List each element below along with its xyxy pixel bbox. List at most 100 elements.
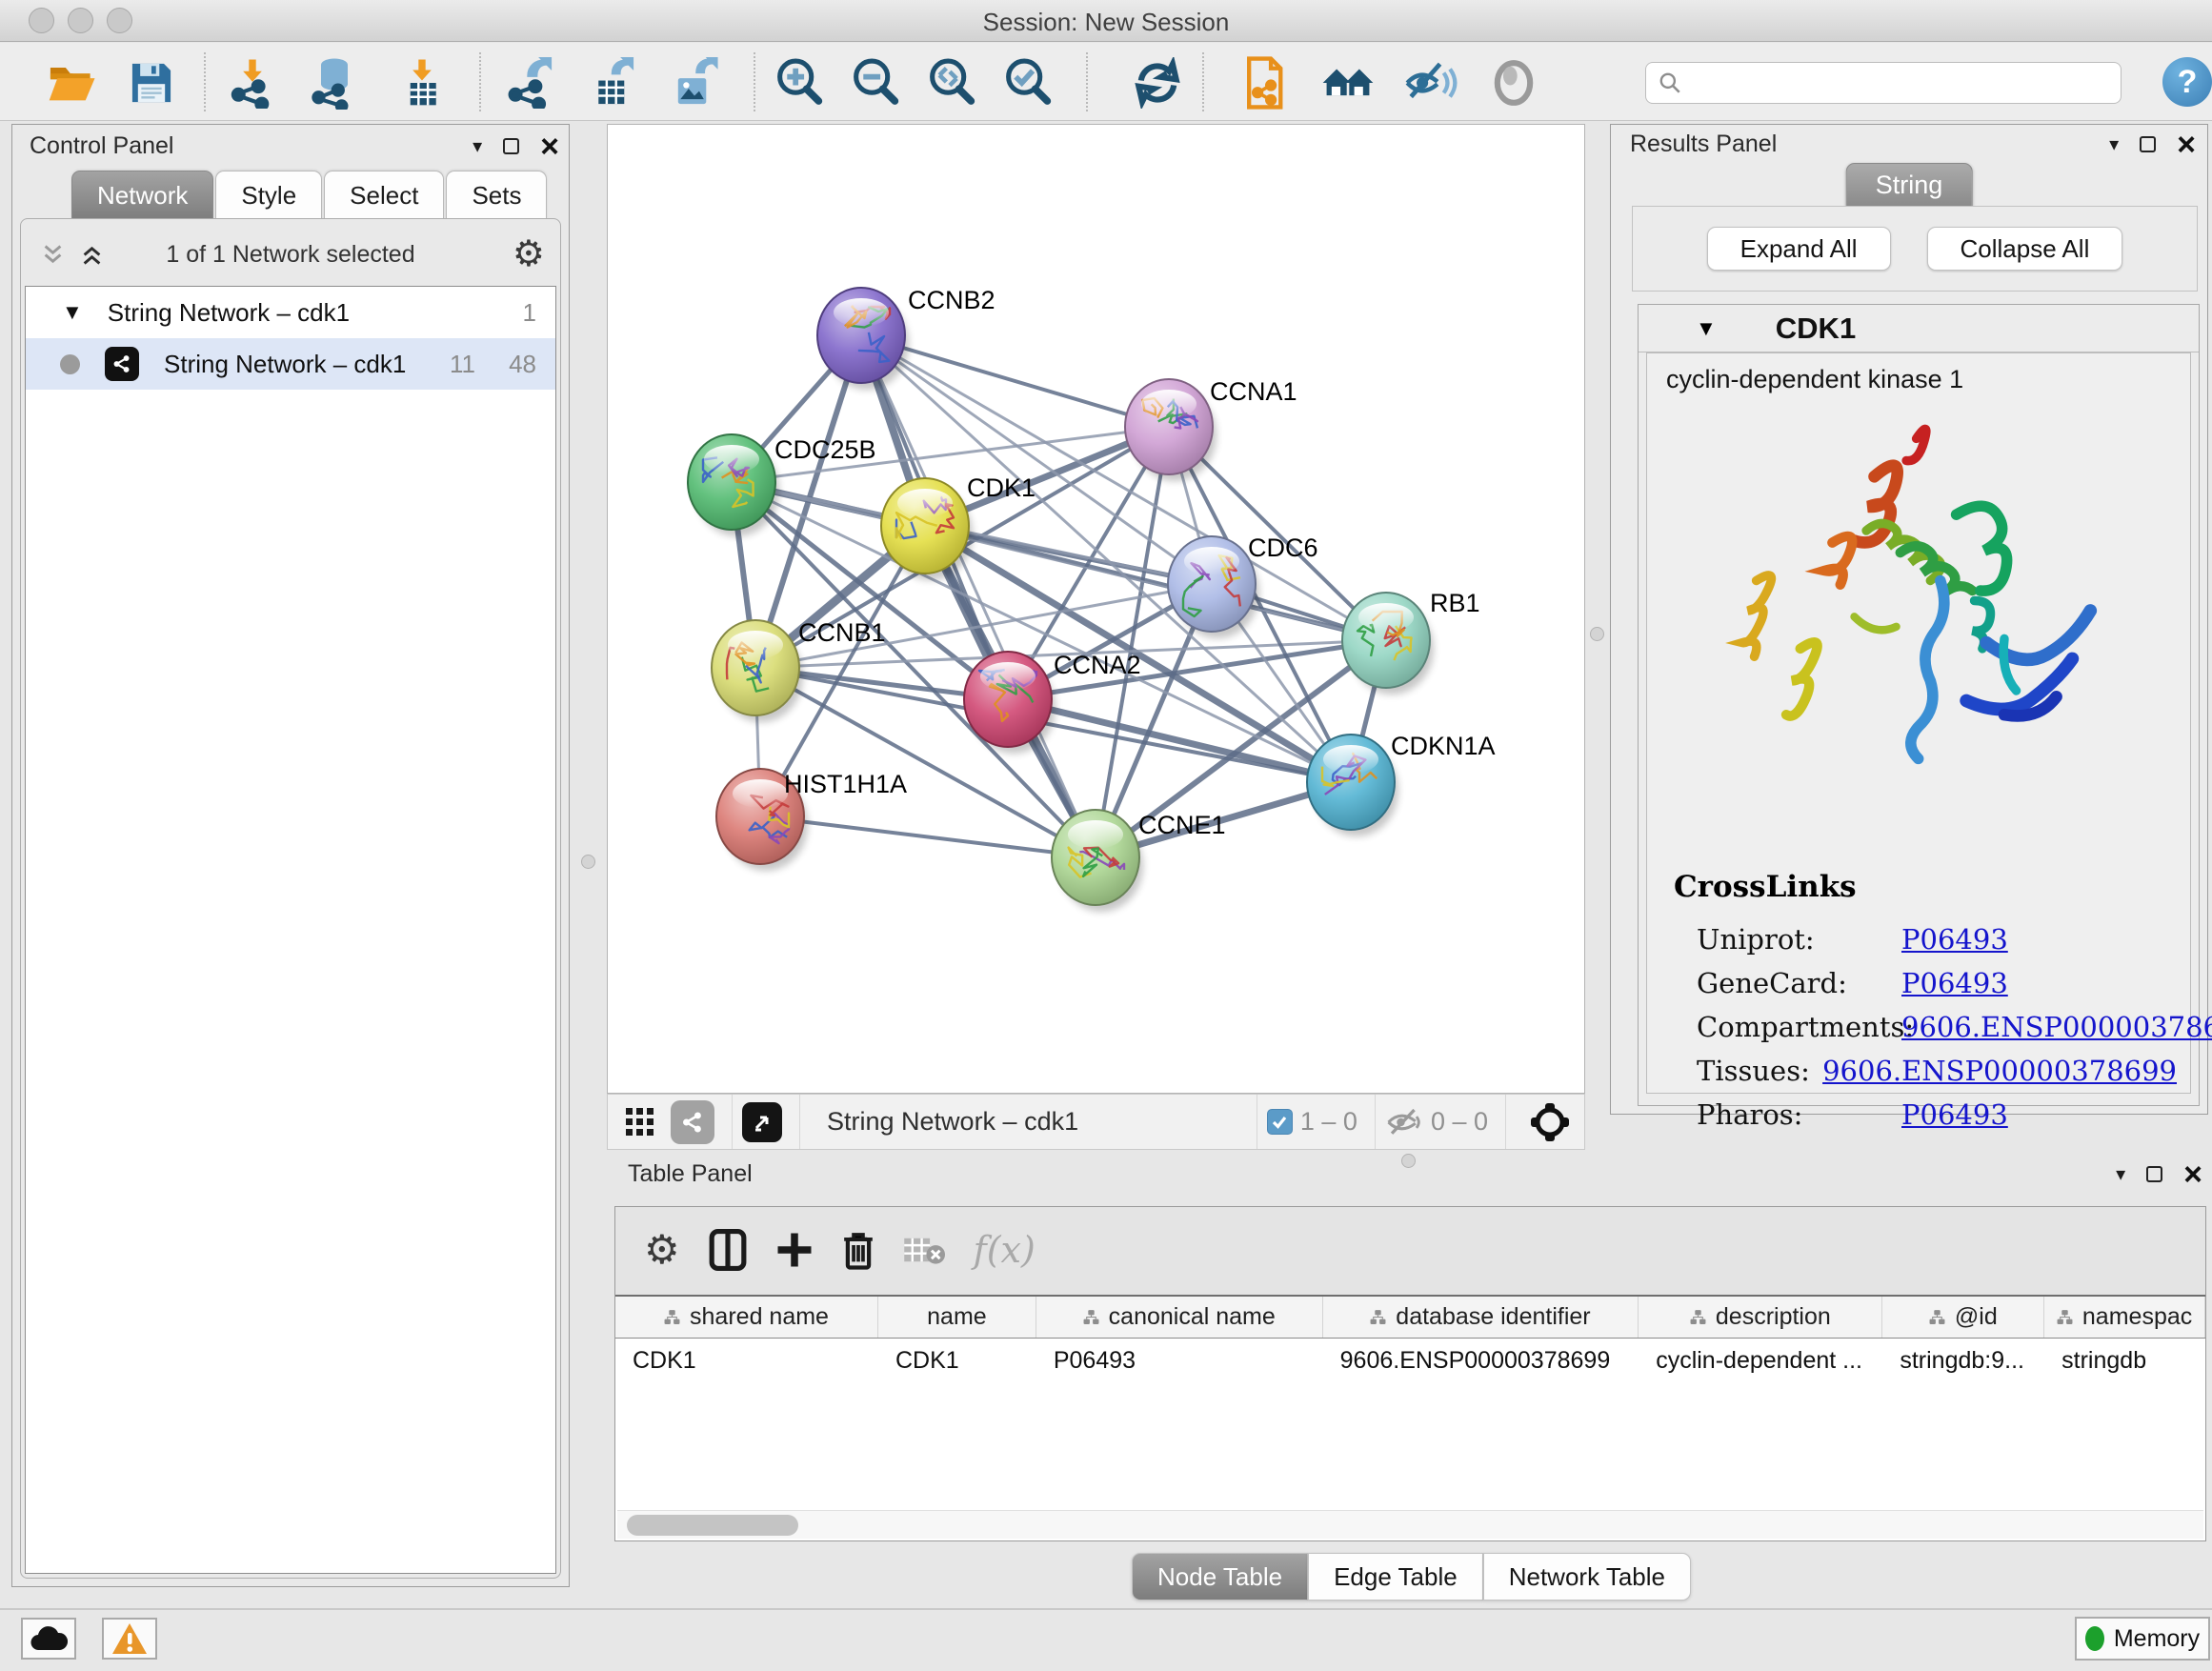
import-table-file-button[interactable]: [394, 55, 450, 111]
table-cell[interactable]: cyclin-dependent ...: [1639, 1339, 1882, 1382]
network-node-CDK1[interactable]: [881, 478, 973, 580]
create-column-icon[interactable]: [775, 1231, 814, 1269]
panel-menu-icon[interactable]: ▾: [473, 134, 482, 158]
network-node-CCNA1[interactable]: [1125, 379, 1217, 481]
column-header-shared-name[interactable]: shared name: [615, 1297, 878, 1338]
panel-menu-icon[interactable]: ▾: [2109, 132, 2119, 156]
table-settings-button[interactable]: ⚙: [644, 1232, 680, 1268]
zoom-fit-button[interactable]: [924, 55, 979, 111]
save-session-button[interactable]: [124, 55, 179, 111]
gear-icon[interactable]: ⚙: [513, 236, 545, 272]
entry-header[interactable]: ▼ CDK1: [1639, 305, 2199, 352]
network-node-CCNB2[interactable]: [817, 288, 909, 390]
network-view[interactable]: CCNB2CCNA1CDC25BCDK1CDC6RB1CCNB1CCNA2CDK…: [607, 124, 1585, 1094]
zoom-out-button[interactable]: [848, 55, 903, 111]
crosslink-link[interactable]: P06493: [1901, 923, 2008, 956]
tab-sets[interactable]: Sets: [446, 171, 547, 220]
detach-view-button[interactable]: [742, 1102, 782, 1142]
column-header--id[interactable]: @id: [1882, 1297, 2044, 1338]
collapse-all-button[interactable]: Collapse All: [1927, 227, 2123, 271]
network-node-CDKN1A[interactable]: [1307, 735, 1398, 836]
float-panel-icon[interactable]: [2146, 1166, 2162, 1182]
crosslink-link[interactable]: P06493: [1901, 967, 2008, 999]
cloud-status-button[interactable]: [21, 1618, 76, 1660]
network-node-CCNE1[interactable]: [1052, 810, 1143, 912]
network-canvas[interactable]: CCNB2CCNA1CDC25BCDK1CDC6RB1CCNB1CCNA2CDK…: [608, 125, 1584, 1093]
open-session-button[interactable]: [44, 55, 99, 111]
tab-network[interactable]: Network: [71, 171, 213, 220]
collapse-triangle-icon[interactable]: ▼: [62, 300, 83, 325]
zoom-selected-button[interactable]: [1000, 55, 1056, 111]
network-node-CDC25B[interactable]: [688, 434, 779, 536]
scrollbar-thumb[interactable]: [627, 1515, 798, 1536]
tab-edge-table[interactable]: Edge Table: [1308, 1553, 1483, 1601]
splitter-grip[interactable]: [581, 855, 595, 869]
splitter-grip[interactable]: [1590, 627, 1604, 641]
close-panel-icon[interactable]: ×: [2177, 135, 2196, 154]
hidden-eye-icon[interactable]: [1385, 1106, 1423, 1138]
network-node-RB1[interactable]: [1342, 593, 1434, 695]
horizontal-scrollbar[interactable]: [617, 1510, 2203, 1539]
import-network-file-button[interactable]: [225, 55, 280, 111]
show-columns-icon[interactable]: [709, 1229, 747, 1271]
expand-all-button[interactable]: Expand All: [1707, 227, 1891, 271]
table-cell[interactable]: CDK1: [878, 1339, 1036, 1382]
column-header-database-identifier[interactable]: database identifier: [1323, 1297, 1639, 1338]
network-collection-row[interactable]: ▼ String Network – cdk1 1: [26, 287, 555, 338]
warning-status-button[interactable]: [102, 1618, 157, 1660]
table-cell[interactable]: CDK1: [615, 1339, 878, 1382]
apply-layout-button[interactable]: [1130, 55, 1185, 111]
expand-collapse-box: Expand All Collapse All: [1632, 206, 2198, 292]
column-header-name[interactable]: name: [878, 1297, 1036, 1338]
table-cell[interactable]: P06493: [1036, 1339, 1323, 1382]
network-row-selected[interactable]: String Network – cdk1 11 48: [26, 338, 555, 390]
close-panel-icon[interactable]: ×: [2183, 1165, 2202, 1184]
table-row[interactable]: CDK1CDK1P064939606.ENSP00000378699cyclin…: [615, 1339, 2205, 1382]
tab-network-table[interactable]: Network Table: [1483, 1553, 1691, 1601]
crosslink-row: Uniprot:P06493: [1697, 917, 2177, 961]
collapse-triangle-icon[interactable]: ▼: [1696, 316, 1717, 341]
table-cell[interactable]: stringdb:9...: [1882, 1339, 2044, 1382]
tab-node-table[interactable]: Node Table: [1132, 1553, 1308, 1601]
export-table-button[interactable]: [585, 55, 640, 111]
table-cell[interactable]: 9606.ENSP00000378699: [1323, 1339, 1639, 1382]
tab-select[interactable]: Select: [324, 171, 444, 220]
network-view-mode-button[interactable]: [671, 1100, 714, 1144]
tab-style[interactable]: Style: [215, 171, 322, 220]
crosslink-link[interactable]: P06493: [1901, 1098, 2008, 1131]
show-graphics-button[interactable]: [1486, 55, 1541, 111]
search-input[interactable]: [1682, 70, 2121, 96]
network-panel-box: 1 of 1 Network selected ⚙ ▼ String Netwo…: [20, 218, 561, 1579]
string-import-button[interactable]: [1238, 55, 1294, 111]
delete-column-icon[interactable]: [842, 1230, 875, 1270]
crosslink-link[interactable]: 9606.ENSP00000378699: [1901, 1011, 2212, 1043]
float-panel-icon[interactable]: [503, 138, 519, 154]
selected-nodes-checkbox[interactable]: [1267, 1109, 1293, 1135]
float-panel-icon[interactable]: [2140, 136, 2156, 152]
network-edge-HIST1H1A-CCNE1[interactable]: [760, 816, 1096, 857]
network-node-CDC6[interactable]: [1168, 536, 1259, 638]
column-header-namespac[interactable]: namespac: [2044, 1297, 2205, 1338]
clear-table-icon[interactable]: [903, 1233, 945, 1267]
panel-menu-icon[interactable]: ▾: [2116, 1162, 2125, 1186]
network-edge-CCNA2-CDKN1A[interactable]: [1008, 699, 1351, 782]
crosslink-link[interactable]: 9606.ENSP00000378699: [1822, 1055, 2177, 1087]
collection-label: String Network – cdk1: [108, 298, 350, 328]
hide-selected-button[interactable]: [1402, 55, 1458, 111]
import-network-database-button[interactable]: [307, 55, 362, 111]
help-button[interactable]: ?: [2162, 57, 2212, 107]
memory-button[interactable]: Memory: [2075, 1617, 2210, 1661]
zoom-in-button[interactable]: [772, 55, 827, 111]
column-header-canonical-name[interactable]: canonical name: [1036, 1297, 1323, 1338]
birdseye-toggle-button[interactable]: [1529, 1101, 1571, 1143]
export-image-button[interactable]: [667, 55, 722, 111]
function-builder-button[interactable]: f(x): [974, 1229, 1036, 1271]
table-cell[interactable]: stringdb: [2044, 1339, 2205, 1382]
column-header-description[interactable]: description: [1639, 1297, 1882, 1338]
application-window: Session: New Session: [0, 0, 2212, 1671]
close-panel-icon[interactable]: ×: [540, 137, 559, 156]
export-network-button[interactable]: [503, 55, 558, 111]
tab-string[interactable]: String: [1846, 163, 1973, 207]
grid-mode-button[interactable]: [617, 1099, 663, 1145]
string-home-button[interactable]: [1320, 55, 1376, 111]
